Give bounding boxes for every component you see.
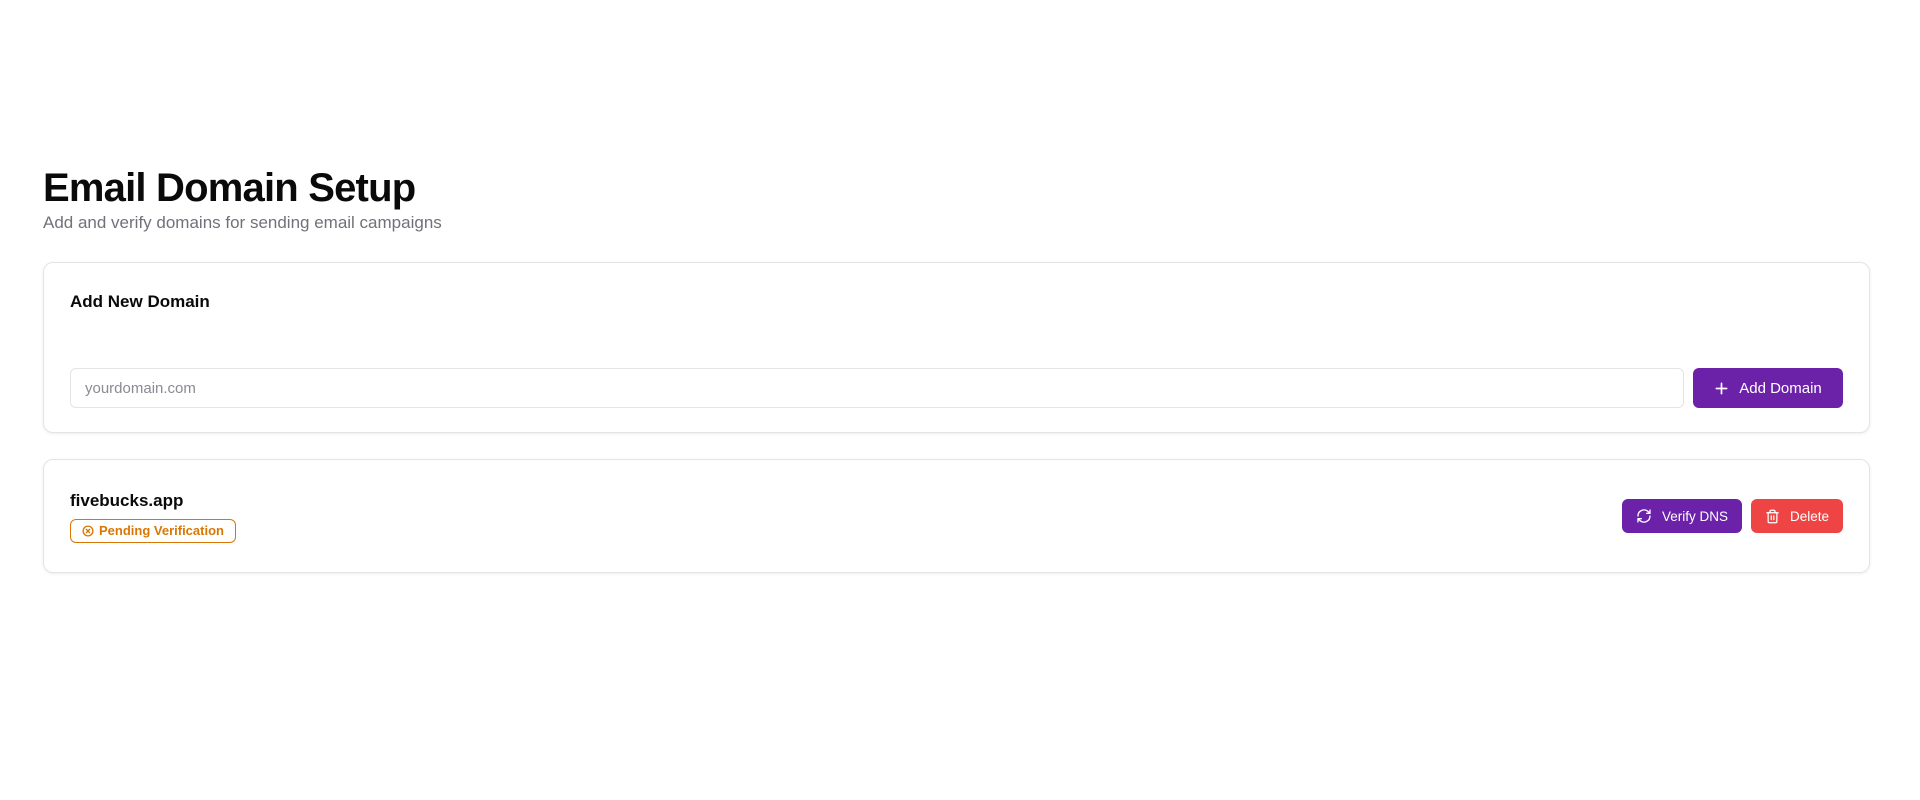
add-domain-button-label: Add Domain	[1739, 379, 1822, 397]
verify-dns-button[interactable]: Verify DNS	[1621, 499, 1742, 533]
domain-actions: Verify DNS Delete	[1621, 499, 1843, 533]
x-circle-icon	[82, 524, 94, 537]
domain-input[interactable]	[70, 368, 1684, 408]
status-badge-label: Pending Verification	[99, 523, 224, 538]
add-domain-row: Add Domain	[70, 368, 1843, 408]
delete-button[interactable]: Delete	[1750, 499, 1843, 533]
trash-icon	[1765, 509, 1780, 524]
domain-name: fivebucks.app	[70, 490, 184, 510]
domain-list-item: fivebucks.app Pending Verification Verif…	[43, 459, 1870, 573]
add-domain-card: Add New Domain Add Domain	[43, 262, 1870, 433]
plus-icon	[1714, 381, 1729, 396]
status-badge: Pending Verification	[70, 518, 236, 543]
main-content: Email Domain Setup Add and verify domain…	[43, 166, 1870, 573]
refresh-icon	[1636, 508, 1652, 524]
add-domain-button[interactable]: Add Domain	[1693, 368, 1843, 408]
page: Email Domain Setup Add and verify domain…	[0, 0, 1920, 800]
page-title: Email Domain Setup	[43, 166, 416, 210]
add-domain-card-title: Add New Domain	[70, 292, 210, 311]
page-subtitle: Add and verify domains for sending email…	[43, 213, 442, 232]
domain-info: fivebucks.app Pending Verification	[70, 490, 236, 543]
verify-dns-button-label: Verify DNS	[1661, 508, 1728, 524]
delete-button-label: Delete	[1789, 508, 1829, 524]
